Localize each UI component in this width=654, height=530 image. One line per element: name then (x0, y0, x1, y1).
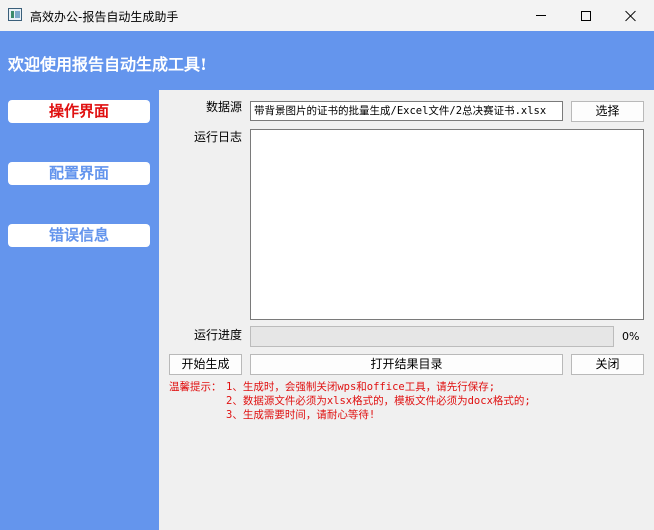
header-title: 欢迎使用报告自动生成工具! (8, 55, 208, 74)
datasource-input[interactable]: 带背景图片的证书的批量生成/Excel文件/2总决赛证书.xlsx (250, 101, 563, 121)
tip-text: 3、生成需要时间，请耐心等待! (226, 409, 376, 421)
progress-bar (250, 326, 614, 347)
progress-label: 运行进度 (193, 328, 242, 342)
close-window-button[interactable] (608, 0, 654, 31)
log-textarea[interactable] (250, 129, 644, 320)
progress-percent: 0% (622, 330, 640, 343)
tip-line: 3、生成需要时间，请耐心等待! (169, 408, 531, 422)
app-icon (8, 8, 22, 21)
tip-line: 温馨提示： 1、生成时，会强制关闭wps和office工具，请先行保存; (169, 380, 531, 394)
minimize-icon (536, 15, 546, 16)
nav-operation-button[interactable]: 操作界面 (8, 100, 150, 123)
tip-line: 2、数据源文件必须为xlsx格式的，模板文件必须为docx格式的; (169, 394, 531, 408)
nav-error-button[interactable]: 错误信息 (8, 224, 150, 247)
datasource-label: 数据源 (205, 100, 242, 114)
tips-block: 温馨提示： 1、生成时，会强制关闭wps和office工具，请先行保存; 2、数据… (169, 380, 531, 422)
maximize-icon (581, 10, 591, 21)
tip-text: 1、生成时，会强制关闭wps和office工具，请先行保存; (226, 381, 496, 393)
select-file-button[interactable]: 选择 (571, 101, 644, 122)
close-button[interactable]: 关闭 (571, 354, 644, 375)
tip-text: 2、数据源文件必须为xlsx格式的，模板文件必须为docx格式的; (226, 395, 531, 407)
tips-prefix: 温馨提示： (169, 381, 222, 393)
window-title: 高效办公-报告自动生成助手 (30, 10, 179, 24)
header-banner: 欢迎使用报告自动生成工具! (0, 31, 654, 90)
open-result-dir-button[interactable]: 打开结果目录 (250, 354, 563, 375)
start-generate-button[interactable]: 开始生成 (169, 354, 242, 375)
sidebar: 操作界面 配置界面 错误信息 (0, 90, 159, 530)
nav-config-button[interactable]: 配置界面 (8, 162, 150, 185)
log-label: 运行日志 (193, 130, 242, 144)
minimize-button[interactable] (518, 0, 564, 31)
title-bar: 高效办公-报告自动生成助手 (0, 0, 654, 31)
maximize-button[interactable] (563, 0, 609, 31)
operation-panel: 数据源 带背景图片的证书的批量生成/Excel文件/2总决赛证书.xlsx 选择… (159, 90, 654, 530)
close-icon (625, 10, 637, 22)
datasource-value: 带背景图片的证书的批量生成/Excel文件/2总决赛证书.xlsx (254, 105, 547, 117)
